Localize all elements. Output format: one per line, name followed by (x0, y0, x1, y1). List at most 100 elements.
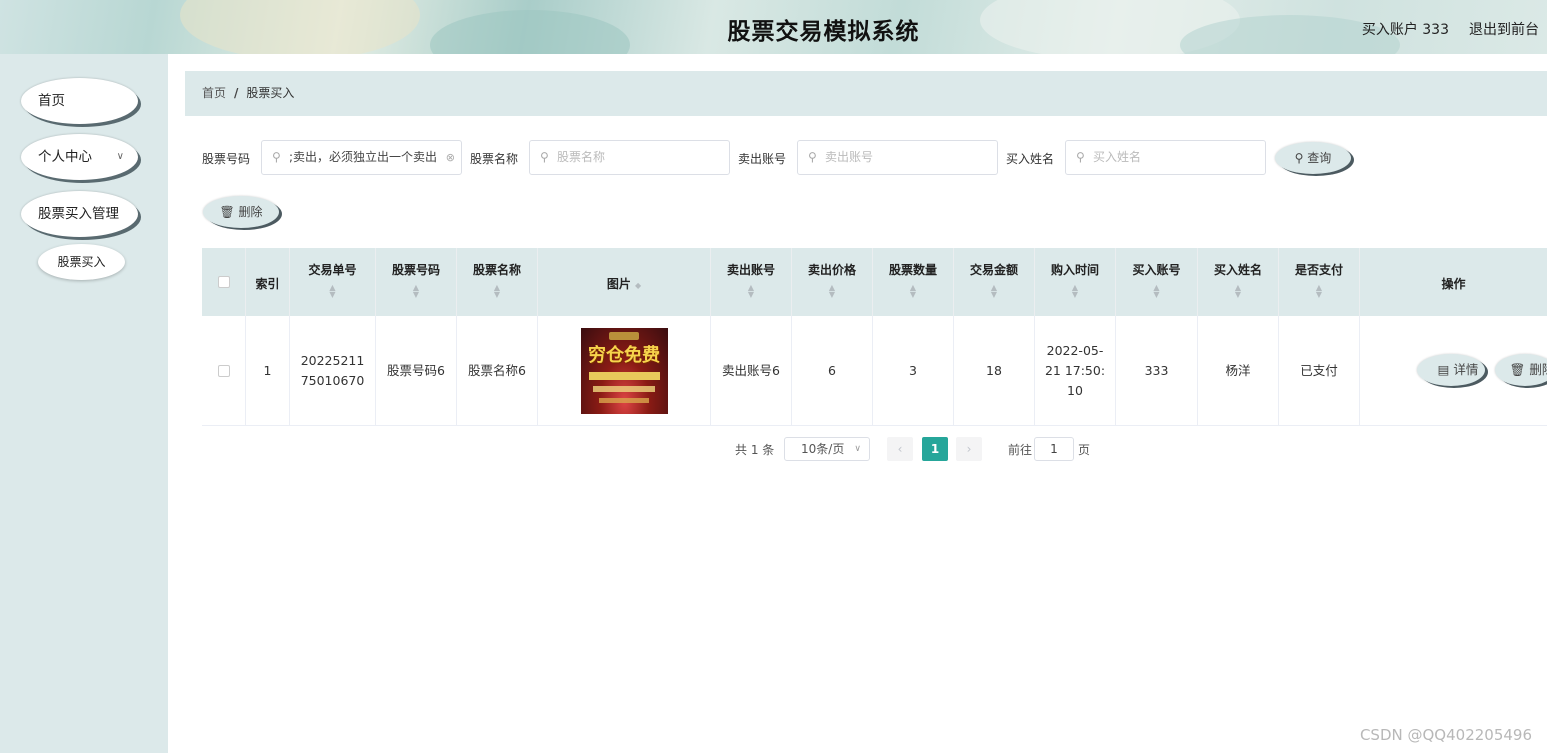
select-all-checkbox[interactable] (217, 276, 230, 288)
delete-button-label: 删除 (238, 205, 263, 219)
chevron-left-icon: ‹ (897, 442, 903, 456)
seller-account-placeholder: 卖出账号 (825, 150, 874, 164)
prev-page-button[interactable]: ‹ (887, 437, 913, 461)
sort-icon[interactable]: ◆ (635, 281, 641, 290)
sort-icon[interactable]: ▲ ▼ (376, 284, 456, 299)
sort-icon[interactable]: ▲ ▼ (873, 284, 953, 299)
stock-name-input[interactable]: ⚲ 股票名称 (529, 140, 730, 175)
top-header: 股票交易模拟系统 买入账户 333 退出到前台 (0, 0, 1547, 54)
column-header-label: 买入账号 (1132, 263, 1181, 277)
sort-icon[interactable]: ▲ ▼ (1279, 284, 1359, 299)
column-header-label: 股票名称 (472, 263, 521, 277)
clear-icon[interactable]: ⊗ (446, 141, 455, 174)
column-header-amount[interactable]: 交易金额 ▲ ▼ (954, 248, 1035, 316)
cell-amount: 18 (954, 316, 1035, 426)
image-headline: 穷仓免费 (588, 345, 660, 366)
sidebar-item-label: 首页 (38, 93, 65, 109)
table-header: 索引 交易单号 ▲ ▼ 股票号码 ▲ ▼ 股票名称 ▲ ▼ 图片 ◆ 卖出账号 ▲ ▼ … (202, 248, 1547, 316)
search-icon: ⚲ (1294, 151, 1304, 165)
logout-link[interactable]: 退出到前台 (1469, 19, 1539, 39)
buyer-name-placeholder: 买入姓名 (1093, 150, 1142, 164)
buyer-name-input[interactable]: ⚲ 买入姓名 (1065, 140, 1266, 175)
stock-code-input[interactable]: ⚲ ;卖出，必须独立出一个卖出 ⊗ (261, 140, 462, 175)
sort-icon[interactable]: ▲ ▼ (1116, 284, 1197, 299)
cell-actions: ▤ 详情 🗑 删除 (1360, 316, 1547, 426)
page-size-value: 10条/页 (801, 442, 845, 456)
sidebar-subitem-stock-buy[interactable]: 股票买入 (38, 244, 125, 280)
sort-icon[interactable]: ▲ ▼ (954, 284, 1034, 299)
trash-icon: 🗑 (219, 205, 235, 219)
next-page-button[interactable]: › (956, 437, 982, 461)
goto-label: 前往 (1008, 443, 1033, 457)
trash-icon: 🗑 (1509, 362, 1526, 377)
column-header-index: 索引 (246, 248, 290, 316)
cell-paid: 已支付 (1279, 316, 1360, 426)
search-icon: ⚲ (272, 150, 281, 164)
stock-name-label: 股票名称 (470, 152, 519, 166)
batch-delete-button[interactable]: 🗑 删除 (203, 196, 279, 228)
column-header-buyer-account[interactable]: 买入账号 ▲ ▼ (1116, 248, 1198, 316)
sidebar-item-label: 个人中心 (38, 149, 92, 165)
column-header-quantity[interactable]: 股票数量 ▲ ▼ (873, 248, 954, 316)
breadcrumb: 首页 / 股票买入 (185, 71, 1547, 116)
row-checkbox[interactable] (217, 365, 230, 377)
column-header-label: 股票号码 (391, 263, 440, 277)
sort-icon[interactable]: ▲ ▼ (457, 284, 537, 299)
cell-purchase-time: 2022-05-21 17:50:10 (1035, 316, 1116, 426)
column-header-stock-code[interactable]: 股票号码 ▲ ▼ (376, 248, 457, 316)
column-header-label: 交易单号 (308, 263, 357, 277)
cell-seller-account: 卖出账号6 (711, 316, 792, 426)
breadcrumb-current: 股票买入 (246, 86, 295, 100)
column-header-stock-name[interactable]: 股票名称 ▲ ▼ (457, 248, 538, 316)
sidebar-item-label: 股票买入管理 (38, 206, 119, 222)
column-header-order-no[interactable]: 交易单号 ▲ ▼ (290, 248, 376, 316)
stock-code-input-value: ;卖出，必须独立出一个卖出 (289, 150, 438, 164)
column-header-purchase-time[interactable]: 购入时间 ▲ ▼ (1035, 248, 1116, 316)
stock-image[interactable]: 穷仓免费 (580, 328, 668, 414)
goto-page-input[interactable]: 1 (1034, 437, 1074, 461)
image-logo (608, 332, 639, 340)
cell-buyer-account: 333 (1116, 316, 1198, 426)
sort-icon[interactable]: ▲ ▼ (711, 284, 791, 299)
column-header-paid[interactable]: 是否支付 ▲ ▼ (1279, 248, 1360, 316)
sidebar: 首页 个人中心 ∨ 股票买入管理 股票买入 (0, 54, 168, 753)
column-header-label: 索引 (255, 277, 280, 291)
sidebar-item-home[interactable]: 首页 (21, 78, 138, 124)
cell-order-no: 2022521175010670 (290, 316, 376, 426)
current-page-button[interactable]: 1 (922, 437, 948, 461)
stock-code-label: 股票号码 (202, 152, 251, 166)
document-icon: ▤ (1437, 362, 1450, 377)
search-icon: ⚲ (540, 150, 549, 164)
chevron-down-icon: ∨ (116, 151, 124, 162)
page-size-select[interactable]: 10条/页 ∨ (784, 437, 870, 461)
breadcrumb-separator: / (234, 86, 239, 100)
query-button[interactable]: ⚲ 查询 (1275, 142, 1351, 174)
breadcrumb-home[interactable]: 首页 (202, 86, 226, 100)
pagination-total: 共 1 条 (735, 443, 775, 457)
delete-button[interactable]: 🗑 删除 (1495, 354, 1547, 386)
column-header-seller-account[interactable]: 卖出账号 ▲ ▼ (711, 248, 792, 316)
cell-image: 穷仓免费 (538, 316, 711, 426)
delete-button-label: 删除 (1529, 362, 1547, 377)
cell-buyer-name: 杨洋 (1198, 316, 1279, 426)
stock-name-placeholder: 股票名称 (557, 150, 606, 164)
search-icon: ⚲ (1076, 150, 1085, 164)
column-header-image[interactable]: 图片 ◆ (538, 248, 711, 316)
query-button-label: 查询 (1307, 151, 1332, 165)
column-header-buyer-name[interactable]: 买入姓名 ▲ ▼ (1198, 248, 1279, 316)
sort-icon[interactable]: ▲ ▼ (290, 284, 375, 299)
detail-button[interactable]: ▤ 详情 (1417, 354, 1485, 386)
seller-account-input[interactable]: ⚲ 卖出账号 (797, 140, 998, 175)
column-header-actions: 操作 (1360, 248, 1547, 316)
image-decoration (592, 386, 655, 392)
column-header-sell-price[interactable]: 卖出价格 ▲ ▼ (792, 248, 873, 316)
sort-icon[interactable]: ▲ ▼ (1198, 284, 1278, 299)
row-select-cell (202, 316, 246, 426)
sort-icon[interactable]: ▲ ▼ (792, 284, 872, 299)
column-header-label: 股票数量 (888, 263, 937, 277)
column-header-label: 买入姓名 (1213, 263, 1262, 277)
sidebar-item-personal-center[interactable]: 个人中心 ∨ (21, 134, 138, 180)
sort-icon[interactable]: ▲ ▼ (1035, 284, 1115, 299)
sidebar-item-stock-buy-management[interactable]: 股票买入管理 (21, 191, 138, 237)
image-decoration (598, 398, 649, 403)
